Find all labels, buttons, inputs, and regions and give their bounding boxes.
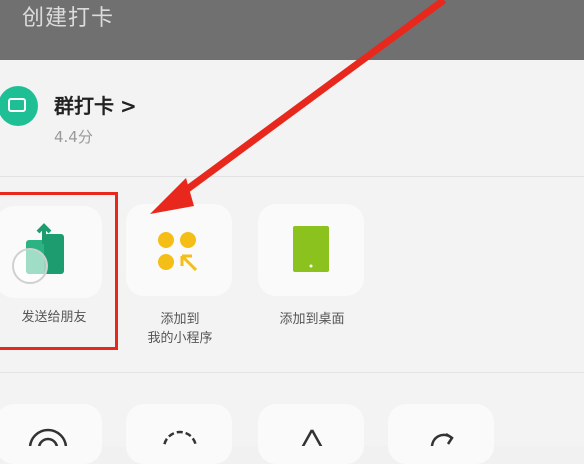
annotation-arrow — [150, 0, 447, 214]
